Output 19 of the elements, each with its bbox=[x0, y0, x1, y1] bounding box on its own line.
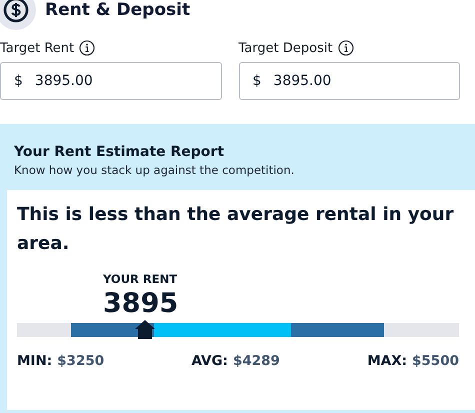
dollar-icon bbox=[3, 0, 29, 23]
stat-label: AVG: bbox=[192, 353, 228, 369]
amount-field[interactable]: $ 3895.00 bbox=[0, 62, 222, 100]
amount-field[interactable]: $ 3895.00 bbox=[238, 62, 460, 100]
field-label: Target Deposit bbox=[238, 40, 333, 56]
field-label: Target Rent bbox=[0, 40, 74, 56]
stat-value: $5500 bbox=[412, 353, 459, 369]
your-rent-label: YOUR RENT bbox=[103, 272, 178, 286]
section-title: Rent & Deposit bbox=[45, 0, 190, 20]
report-title: Your Rent Estimate Report bbox=[14, 144, 226, 160]
info-icon[interactable] bbox=[79, 40, 96, 56]
report-headline: This is less than the average rental in your area. bbox=[17, 203, 455, 256]
stat-value: $4289 bbox=[232, 353, 280, 369]
stat-value: $3250 bbox=[57, 353, 104, 369]
stat-label: MAX: bbox=[367, 353, 408, 369]
info-icon[interactable] bbox=[338, 40, 354, 56]
your-rent-value: 3895 bbox=[103, 288, 180, 320]
report-subtitle: Know how you stack up against the competition. bbox=[14, 163, 296, 177]
stat-label: MIN: bbox=[17, 353, 52, 369]
